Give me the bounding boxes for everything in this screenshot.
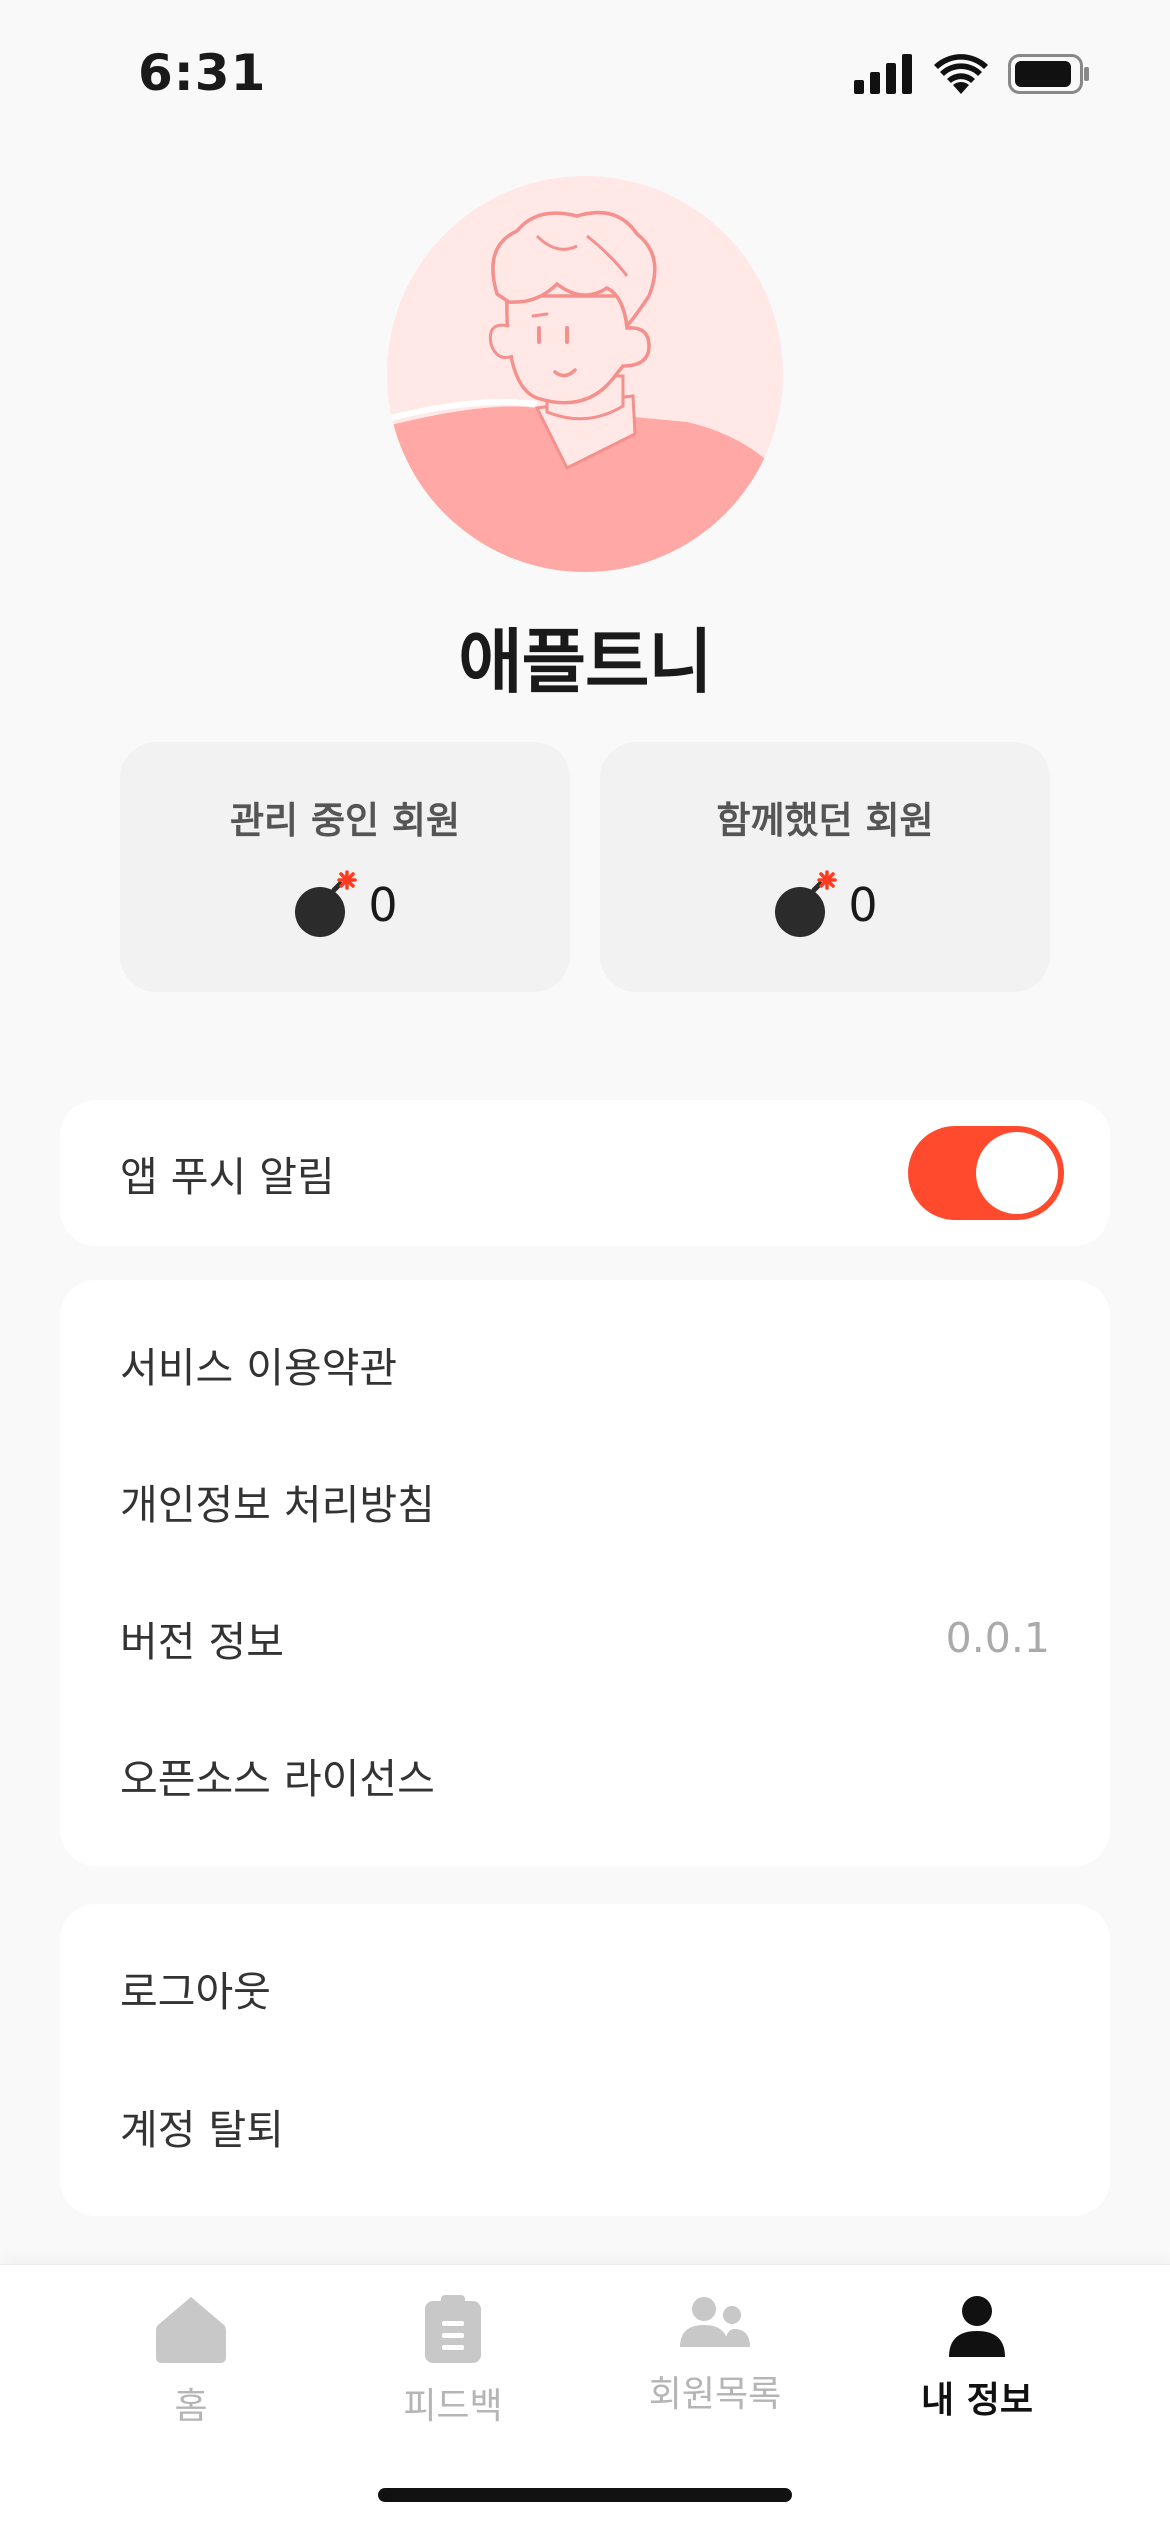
tab-home[interactable]: 홈	[91, 2295, 291, 2445]
clipboard-icon	[425, 2295, 481, 2363]
row-label: 버전 정보	[120, 1618, 284, 1666]
person-icon	[949, 2296, 1005, 2357]
home-icon	[156, 2297, 226, 2363]
home-indicator	[378, 2488, 792, 2502]
bomb-icon	[775, 870, 838, 937]
tab-label: 피드백	[403, 2386, 503, 2427]
toggle-knob	[976, 1132, 1058, 1214]
tab-label: 홈	[174, 2386, 208, 2427]
signal-icon	[854, 54, 912, 94]
tab-feedback[interactable]: 피드백	[353, 2295, 553, 2445]
bomb-icon	[295, 870, 358, 937]
row-label: 계정 탈퇴	[120, 2106, 284, 2154]
stat-label: 함께했던 회원	[716, 799, 934, 842]
stat-value: 0	[368, 878, 398, 932]
account-card: 로그아웃 계정 탈퇴	[60, 1904, 1110, 2216]
privacy-policy-row[interactable]: 개인정보 처리방침	[120, 1451, 1050, 1551]
row-label: 개인정보 처리방침	[120, 1481, 435, 1529]
push-notification-card: 앱 푸시 알림	[60, 1100, 1110, 1246]
version-info-row[interactable]: 버전 정보 0.0.1	[120, 1588, 1050, 1688]
wifi-icon	[934, 54, 988, 94]
tab-label: 회원목록	[648, 2374, 782, 2415]
stat-value-row: 0	[600, 870, 1050, 940]
profile-name: 애플트니	[458, 621, 713, 703]
status-bar: 6:31	[0, 0, 1170, 150]
status-time: 6:31	[138, 44, 267, 102]
terms-of-service-row[interactable]: 서비스 이용약관	[120, 1314, 1050, 1414]
info-card: 서비스 이용약관 개인정보 처리방침 버전 정보 0.0.1 오픈소스 라이선스	[60, 1280, 1110, 1866]
push-notification-label: 앱 푸시 알림	[120, 1153, 335, 1201]
battery-icon	[1008, 54, 1089, 94]
push-notification-row: 앱 푸시 알림	[120, 1123, 850, 1223]
users-icon	[680, 2297, 750, 2347]
stat-label: 관리 중인 회원	[229, 799, 460, 842]
managed-members-card[interactable]: 관리 중인 회원 0	[120, 742, 570, 992]
row-label: 서비스 이용약관	[120, 1344, 398, 1392]
row-label: 로그아웃	[120, 1968, 271, 2016]
delete-account-row[interactable]: 계정 탈퇴	[120, 2076, 1050, 2176]
stat-value-row: 0	[120, 870, 570, 940]
tab-my-info[interactable]: 내 정보	[877, 2295, 1077, 2445]
tab-label: 내 정보	[921, 2380, 1033, 2421]
past-members-card[interactable]: 함께했던 회원 0	[600, 742, 1050, 992]
push-notification-toggle[interactable]	[908, 1126, 1064, 1220]
stat-value: 0	[848, 878, 878, 932]
logout-row[interactable]: 로그아웃	[120, 1938, 1050, 2038]
row-label: 오픈소스 라이선스	[120, 1755, 435, 1803]
open-source-license-row[interactable]: 오픈소스 라이선스	[120, 1725, 1050, 1825]
my-info-screen: 6:31 애플트니 관리 중인 회원 0 함께했던 회원 0 앱 푸시 알림 서…	[0, 0, 1170, 2532]
profile-avatar	[387, 176, 783, 572]
version-value: 0.0.1	[945, 1614, 1050, 1662]
tab-members[interactable]: 회원목록	[615, 2295, 815, 2445]
status-icons	[854, 52, 1090, 96]
